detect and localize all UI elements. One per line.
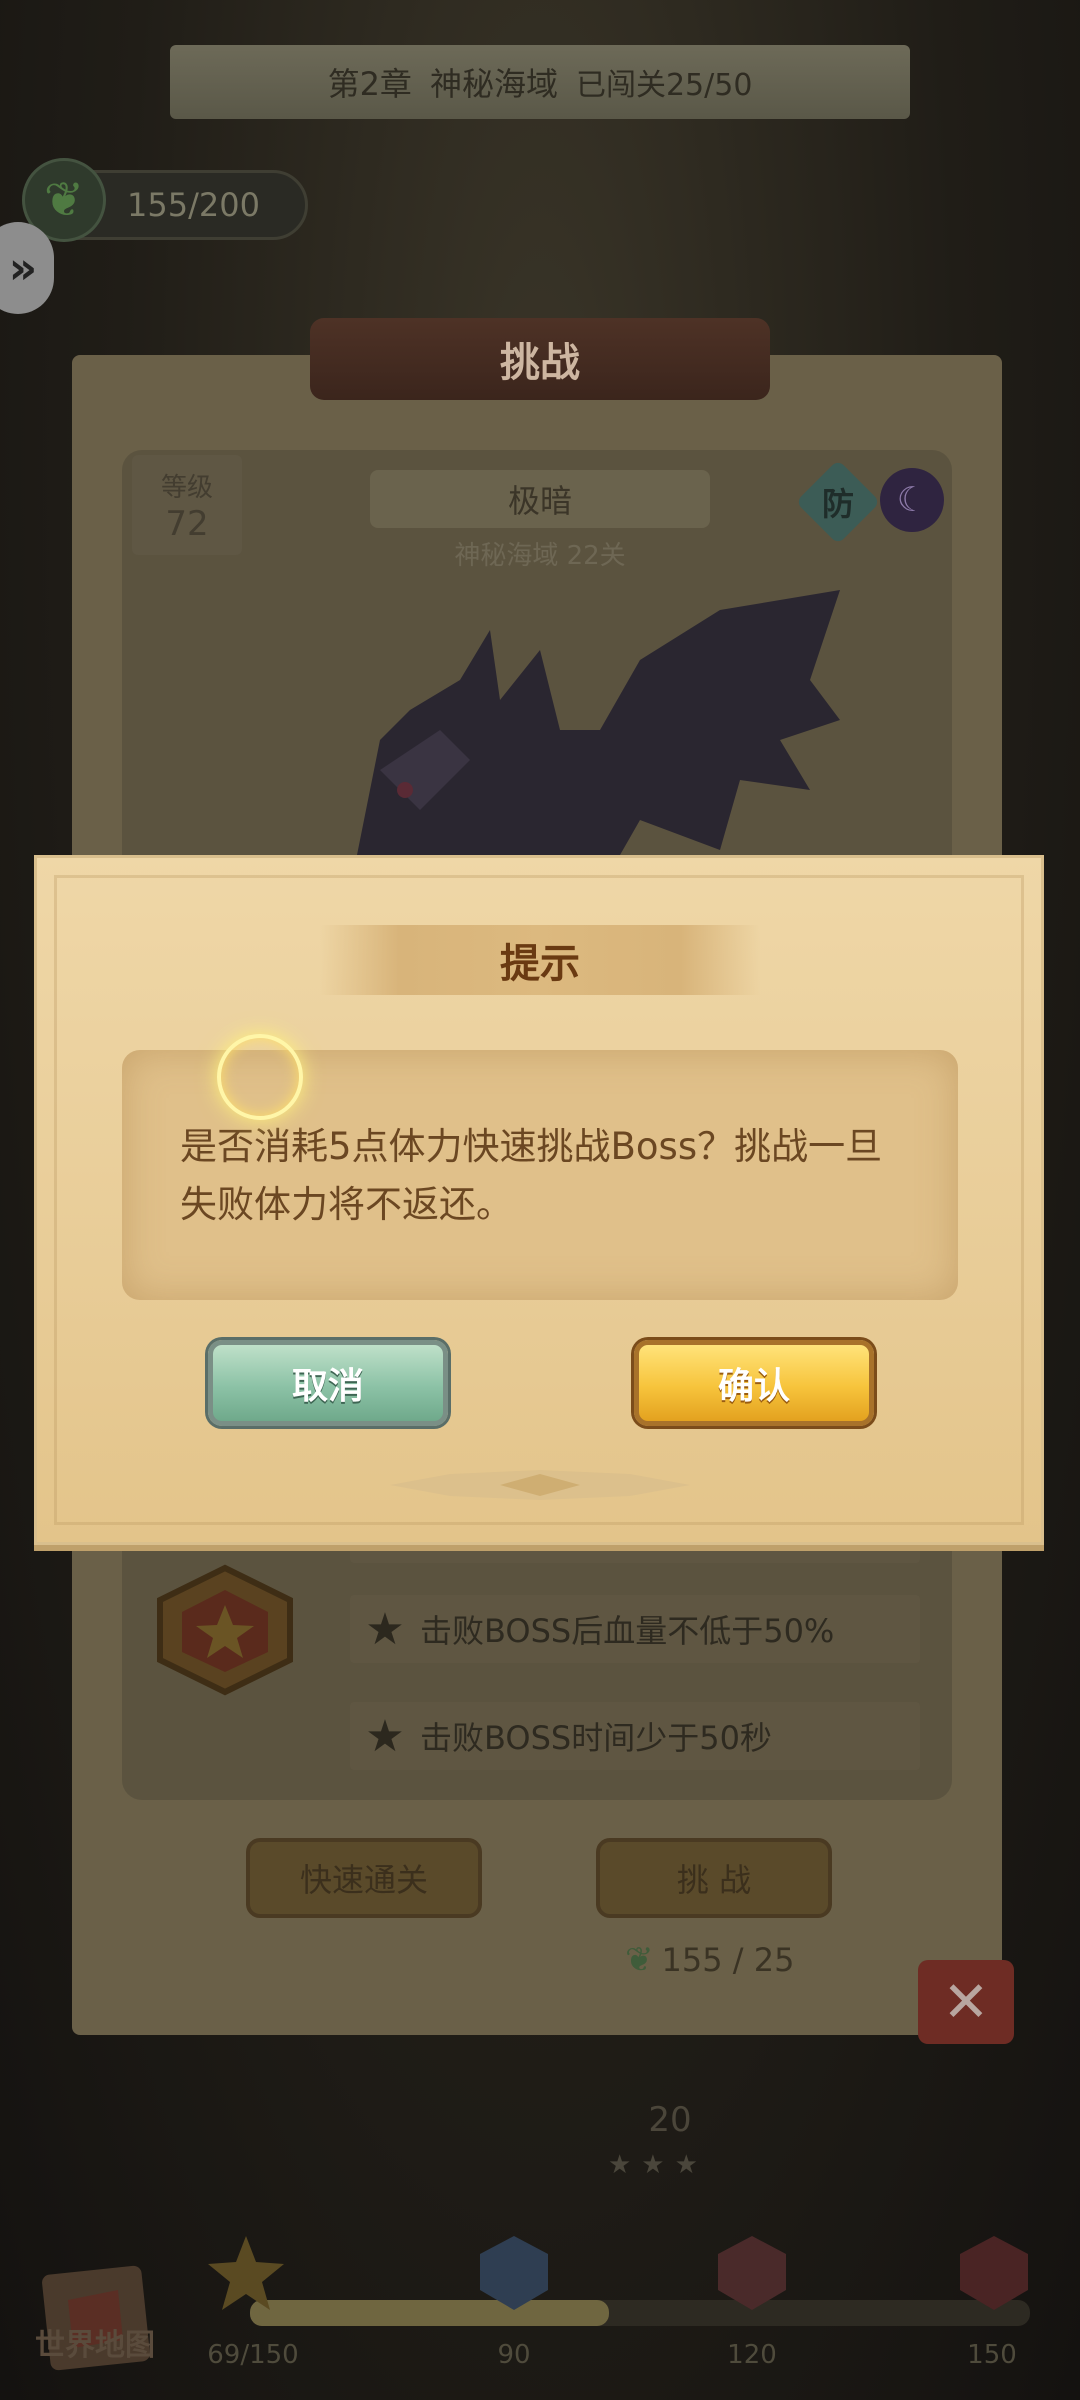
leaf-icon: ❦	[625, 1940, 654, 1980]
condition-row: ★ 击败BOSS后血量不低于50%	[350, 1595, 920, 1663]
stage-number: 20	[648, 2100, 692, 2140]
condition-text: 击败BOSS时间少于50秒	[420, 1719, 772, 1757]
moon-icon: ☾	[880, 468, 944, 532]
level-value: 72	[165, 504, 209, 544]
chapter-number: 第2章	[327, 65, 412, 103]
dialog-message: 是否消耗5点体力快速挑战Boss？挑战一旦失败体力将不返还。	[180, 1125, 883, 1226]
stamina-cost: ❦ 155 / 25	[625, 1940, 794, 1980]
close-button[interactable]: ✕	[918, 1960, 1014, 2044]
milestone-label: 90	[497, 2340, 531, 2370]
chapter-header: 第2章 神秘海域 已闯关25/50	[170, 45, 910, 119]
red-medal-icon[interactable]	[706, 2230, 798, 2316]
progress-label: 69/150	[207, 2340, 299, 2370]
stamina-value: 155/200	[127, 186, 260, 224]
dialog-bottom-ornament	[390, 1470, 690, 1500]
cancel-button[interactable]: 取消	[208, 1340, 448, 1426]
boss-name: 极暗	[370, 470, 710, 528]
stage-stars: ★★★	[608, 2150, 708, 2180]
map-name: 神秘海域	[429, 65, 558, 103]
challenge-button[interactable]: 挑 战	[596, 1838, 832, 1918]
reward-chest-icon	[157, 1564, 293, 1696]
blue-medal-icon[interactable]	[468, 2230, 560, 2316]
boss-dragon-image	[350, 590, 840, 890]
star-icon: ★	[365, 1710, 405, 1762]
challenge-panel-title: 挑战	[310, 318, 770, 400]
dialog-title: 提示	[500, 941, 580, 987]
double-chevron-right-icon[interactable]: »	[0, 222, 54, 314]
tap-glow-indicator	[217, 1034, 303, 1120]
milestone-label: 120	[727, 2340, 777, 2370]
quick-clear-button[interactable]: 快速通关	[246, 1838, 482, 1918]
level-label: 等级	[160, 473, 213, 503]
milestone-label: 150	[967, 2340, 1017, 2370]
chapter-progress: 已闯关25/50	[575, 68, 753, 103]
stamina-cost-value: 155 / 25	[661, 1941, 795, 1979]
crown-medal-icon[interactable]	[948, 2230, 1040, 2316]
defense-badge-label: 防	[821, 485, 854, 523]
condition-text: 击败BOSS后血量不低于50%	[420, 1612, 835, 1650]
level-badge: 等级 72	[132, 455, 242, 555]
star-icon: ★	[365, 1603, 405, 1655]
star-milestone-icon	[208, 2236, 284, 2310]
condition-row: ★ 击败BOSS时间少于50秒	[350, 1702, 920, 1770]
close-icon: ✕	[942, 1969, 990, 2035]
boss-location: 神秘海域 22关	[454, 541, 626, 571]
defense-badge: 防	[795, 459, 881, 545]
confirm-button[interactable]: 确认	[634, 1340, 874, 1426]
world-map-button[interactable]: 世界地图	[20, 2320, 170, 2364]
